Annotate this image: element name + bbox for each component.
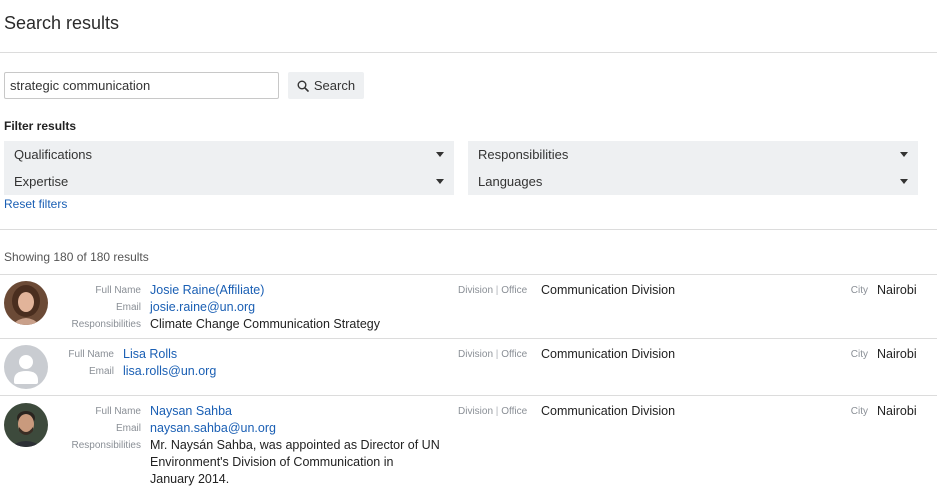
division-value: Communication Division xyxy=(541,404,676,418)
chevron-down-icon xyxy=(900,152,908,157)
responsibilities-text-line: Environment's Division of Communication … xyxy=(150,455,394,469)
qualifications-dropdown[interactable]: Qualifications xyxy=(4,141,454,168)
header-divider xyxy=(0,52,937,53)
filter-group-right: Responsibilities Languages xyxy=(468,141,918,195)
person-name-link[interactable]: Naysan Sahba xyxy=(150,404,232,418)
qualifications-label: Qualifications xyxy=(14,147,93,162)
chevron-down-icon xyxy=(436,152,444,157)
reset-filters-link[interactable]: Reset filters xyxy=(4,197,67,211)
division-value: Communication Division xyxy=(541,347,676,361)
filter-heading: Filter results xyxy=(4,119,77,133)
search-button[interactable]: Search xyxy=(288,72,364,99)
division-value: Communication Division xyxy=(541,283,676,297)
filters-divider xyxy=(0,229,937,230)
result-row: Full Name Josie Raine(Affiliate) Email j… xyxy=(0,275,937,338)
responsibilities-label: Responsibilities xyxy=(71,440,141,451)
result-row: Full Name Naysan Sahba Email naysan.sahb… xyxy=(0,396,937,492)
expertise-dropdown[interactable]: Expertise xyxy=(4,168,454,195)
city-label: City xyxy=(850,349,868,360)
division-label: Division | Office xyxy=(458,349,528,360)
city-value: Nairobi xyxy=(877,283,917,297)
email-link[interactable]: lisa.rolls@un.org xyxy=(123,364,216,378)
city-label: City xyxy=(850,406,868,417)
responsibilities-dropdown[interactable]: Responsibilities xyxy=(468,141,918,168)
email-link[interactable]: josie.raine@un.org xyxy=(150,300,255,314)
responsibilities-text-line: January 2014. xyxy=(150,472,230,486)
person-name-link[interactable]: Lisa Rolls xyxy=(123,347,177,361)
division-label: Division | Office xyxy=(458,406,528,417)
chevron-down-icon xyxy=(436,179,444,184)
person-name-link[interactable]: Josie Raine(Affiliate) xyxy=(150,283,264,297)
full-name-label: Full Name xyxy=(95,406,141,417)
full-name-label: Full Name xyxy=(68,349,114,360)
city-label: City xyxy=(850,285,868,296)
languages-label: Languages xyxy=(478,174,543,189)
responsibilities-label: Responsibilities xyxy=(478,147,569,162)
result-row: Full Name Lisa Rolls Email lisa.rolls@un… xyxy=(0,339,937,395)
responsibilities-text: Climate Change Communication Strategy xyxy=(150,317,380,331)
responsibilities-text-line: Mr. Naysán Sahba, was appointed as Direc… xyxy=(150,438,440,452)
city-value: Nairobi xyxy=(877,347,917,361)
chevron-down-icon xyxy=(900,179,908,184)
division-label: Division | Office xyxy=(458,285,528,296)
email-label: Email xyxy=(88,366,114,377)
results-summary: Showing 180 of 180 results xyxy=(4,250,149,264)
search-button-label: Search xyxy=(313,78,356,93)
search-input[interactable] xyxy=(4,72,279,99)
full-name-label: Full Name xyxy=(95,285,141,296)
email-label: Email xyxy=(115,423,141,434)
email-label: Email xyxy=(115,302,141,313)
expertise-label: Expertise xyxy=(14,174,69,189)
filter-group-left: Qualifications Expertise xyxy=(4,141,454,195)
search-icon xyxy=(297,80,309,92)
city-value: Nairobi xyxy=(877,404,917,418)
responsibilities-label: Responsibilities xyxy=(71,319,141,330)
languages-dropdown[interactable]: Languages xyxy=(468,168,918,195)
email-link[interactable]: naysan.sahba@un.org xyxy=(150,421,276,435)
page-title: Search results xyxy=(4,13,120,33)
